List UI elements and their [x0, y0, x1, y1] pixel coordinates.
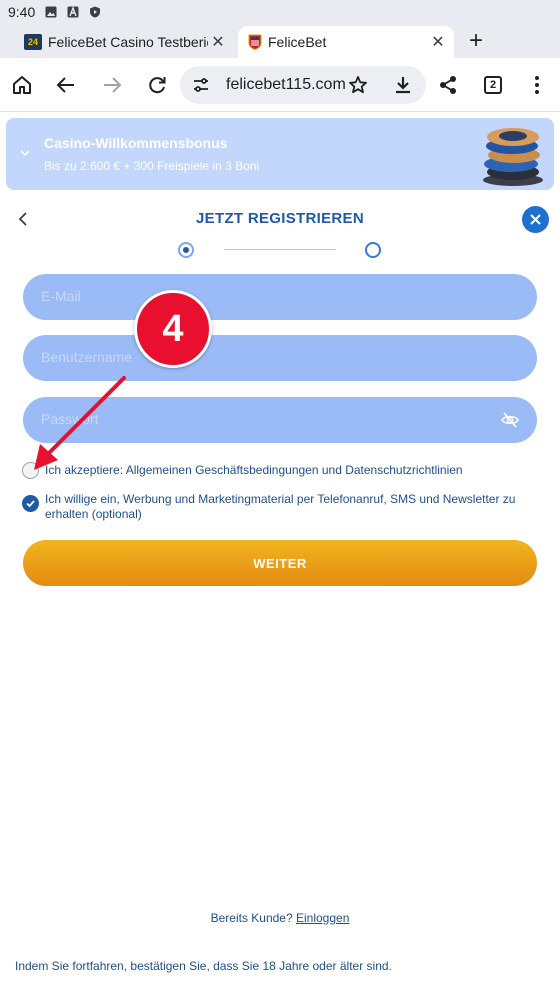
back-nav-button[interactable]	[53, 72, 79, 98]
eye-off-icon[interactable]	[501, 411, 519, 429]
tab-felicebet[interactable]: FeliceBet ✕	[238, 26, 454, 58]
tab-count: 2	[484, 76, 502, 94]
tab-title: FeliceBet Casino Testbericht	[48, 34, 208, 50]
star-icon	[349, 76, 367, 94]
tab-switcher-button[interactable]: 2	[480, 72, 506, 98]
existing-customer-line: Bereits Kunde? Einloggen	[0, 911, 560, 925]
reload-button[interactable]	[144, 72, 170, 98]
browser-toolbar: felicebet115.com 2	[0, 58, 560, 112]
reload-icon	[149, 77, 166, 94]
bookmark-button[interactable]	[345, 72, 371, 98]
page: 9:40 24 FeliceBet Casino Testbericht ✕ F…	[0, 0, 560, 996]
home-icon	[13, 76, 31, 94]
bonus-title: Casino-Willkommensbonus	[44, 135, 228, 151]
home-button[interactable]	[9, 72, 35, 98]
password-placeholder: Passwort	[41, 411, 99, 427]
registration-title: JETZT REGISTRIEREN	[196, 210, 364, 227]
wetten24-favicon-icon: 24	[24, 34, 42, 50]
share-icon	[440, 76, 456, 94]
close-button[interactable]	[522, 206, 549, 233]
status-bar: 9:40	[0, 0, 560, 24]
more-vertical-icon	[535, 76, 539, 94]
close-icon	[530, 214, 541, 225]
share-button[interactable]	[435, 72, 461, 98]
close-tab-icon[interactable]: ✕	[208, 32, 228, 52]
weiter-button[interactable]: WEITER	[23, 540, 537, 586]
email-field[interactable]: E-Mail	[23, 274, 537, 320]
username-placeholder: Benutzername	[41, 349, 133, 365]
status-time: 9:40	[8, 4, 36, 20]
marketing-checkbox[interactable]	[22, 495, 39, 512]
forward-nav-button[interactable]	[99, 72, 125, 98]
url-text: felicebet115.com	[226, 76, 346, 93]
checkmark-icon	[26, 500, 35, 508]
site-settings-icon[interactable]	[192, 76, 210, 94]
terms-label: Ich akzeptiere: Allgemeinen Geschäftsbed…	[45, 463, 463, 477]
download-button[interactable]	[390, 72, 416, 98]
step-indicator-2	[365, 242, 381, 258]
login-link[interactable]: Einloggen	[296, 911, 349, 925]
username-field[interactable]: Benutzername	[23, 335, 537, 381]
arrow-left-icon	[56, 77, 74, 93]
menu-button[interactable]	[524, 72, 550, 98]
step-connector	[224, 249, 336, 250]
tab-strip: 24 FeliceBet Casino Testbericht ✕ Felice…	[0, 24, 560, 58]
shield-play-icon	[90, 6, 101, 18]
password-field[interactable]: Passwort	[23, 397, 537, 443]
step-indicator-1-active	[178, 242, 194, 258]
font-icon	[67, 6, 79, 18]
annotation-step-badge: 4	[134, 290, 212, 368]
download-icon	[396, 77, 410, 94]
felicebet-favicon-icon	[248, 34, 262, 50]
new-tab-button[interactable]: +	[464, 28, 488, 54]
tab-testbericht[interactable]: 24 FeliceBet Casino Testbericht ✕	[14, 26, 234, 58]
arrow-right-icon	[104, 77, 122, 93]
gallery-icon	[45, 6, 57, 18]
email-placeholder: E-Mail	[41, 288, 81, 304]
age-notice: Indem Sie fortfahren, bestätigen Sie, da…	[15, 959, 392, 973]
bonus-subtitle: Bis zu 2.600 € + 300 Freispiele in 3 Bon…	[44, 159, 260, 173]
tab-title: FeliceBet	[268, 34, 327, 50]
chevron-down-icon	[20, 150, 30, 157]
bonus-banner[interactable]: Casino-Willkommensbonus Bis zu 2.600 € +…	[6, 118, 554, 190]
marketing-label: Ich willige ein, Werbung und Marketingma…	[45, 492, 516, 521]
casino-chips-icon	[483, 128, 543, 186]
existing-customer-text: Bereits Kunde?	[210, 911, 293, 925]
terms-checkbox[interactable]	[22, 462, 39, 479]
close-tab-icon[interactable]: ✕	[428, 32, 448, 52]
